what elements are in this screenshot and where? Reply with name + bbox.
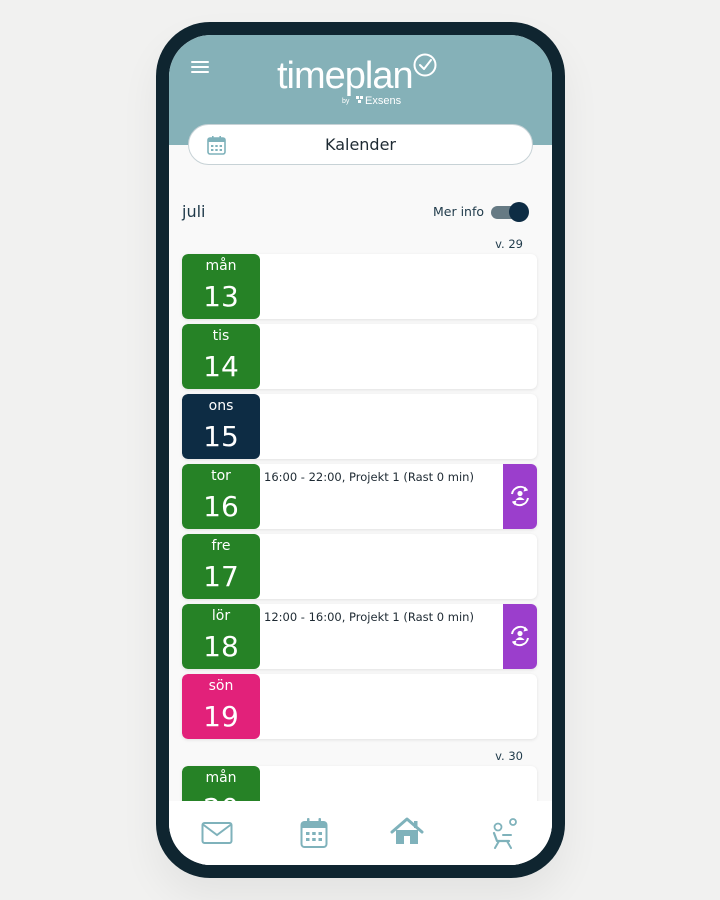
menu-button[interactable]: [190, 57, 210, 77]
day-name: ons: [208, 398, 234, 414]
day-card[interactable]: mån 13: [182, 254, 537, 319]
day-row: ons 15: [182, 394, 537, 459]
day-card[interactable]: tis 14: [182, 324, 537, 389]
week-label: v. 29: [495, 237, 523, 251]
month-label: juli: [182, 202, 206, 221]
nav-home[interactable]: [390, 815, 430, 851]
date-tile: tis 14: [182, 324, 260, 389]
date-tile: mån 13: [182, 254, 260, 319]
svg-text:Exsens: Exsens: [365, 95, 402, 107]
mer-info-label: Mer info: [433, 204, 485, 219]
nav-vacation[interactable]: [489, 815, 529, 851]
day-name: sön: [208, 678, 234, 694]
svg-text:timeplan: timeplan: [277, 55, 413, 97]
day-number: 15: [203, 420, 239, 453]
home-icon: [390, 817, 424, 844]
date-tile: fre 17: [182, 534, 260, 599]
picker-label: Kalender: [324, 135, 397, 154]
day-number: 16: [203, 490, 239, 523]
beach-chair-icon: [492, 818, 517, 849]
shift-swap-button[interactable]: [503, 464, 537, 529]
app-screen: timeplan by Exsens Kalender juli Mer inf…: [169, 35, 552, 865]
day-number: 19: [203, 700, 239, 733]
week-label: v. 30: [495, 749, 523, 763]
timeplan-logo: timeplan by Exsens: [277, 53, 437, 107]
date-tile: ons 15: [182, 394, 260, 459]
bottom-nav: [169, 801, 552, 865]
shift-text: 16:00 - 22:00, Projekt 1 (Rast 0 min): [264, 470, 474, 484]
swap-person-icon: [511, 485, 529, 507]
day-name: tor: [211, 468, 231, 484]
toggle-knob: [509, 202, 529, 222]
day-card[interactable]: fre 17: [182, 534, 537, 599]
nav-calendar[interactable]: [298, 815, 338, 851]
day-card[interactable]: sön 19: [182, 674, 537, 739]
svg-text:by: by: [342, 98, 350, 105]
shift-text: 12:00 - 16:00, Projekt 1 (Rast 0 min): [264, 610, 474, 624]
hamburger-icon: [191, 61, 209, 73]
date-tile: sön 19: [182, 674, 260, 739]
phone-frame: timeplan by Exsens Kalender juli Mer inf…: [156, 22, 565, 878]
nav-messages[interactable]: [201, 815, 241, 851]
day-name: mån: [205, 258, 237, 274]
day-name: fre: [211, 538, 231, 554]
day-card[interactable]: ons 15: [182, 394, 537, 459]
day-row: tis 14: [182, 324, 537, 389]
day-row: sön 19: [182, 674, 537, 739]
day-row: mån 13: [182, 254, 537, 319]
swap-person-icon: [511, 625, 529, 647]
day-number: 18: [203, 630, 239, 663]
day-number: 17: [203, 560, 239, 593]
day-card[interactable]: tor 16 16:00 - 22:00, Projekt 1 (Rast 0 mi…: [182, 464, 537, 529]
day-row: lör 18 12:00 - 16:00, Projekt 1 (Rast 0 mi…: [182, 604, 537, 669]
day-row: fre 17: [182, 534, 537, 599]
mer-info-toggle[interactable]: [491, 202, 529, 222]
calendar-view-picker[interactable]: Kalender: [188, 124, 533, 165]
day-card[interactable]: lör 18 12:00 - 16:00, Projekt 1 (Rast 0 mi…: [182, 604, 537, 669]
date-tile: tor 16: [182, 464, 260, 529]
day-name: lör: [211, 608, 231, 624]
envelope-icon: [201, 822, 233, 844]
calendar-icon: [300, 818, 328, 848]
day-row: tor 16 16:00 - 22:00, Projekt 1 (Rast 0 mi…: [182, 464, 537, 529]
shift-swap-button[interactable]: [503, 604, 537, 669]
day-name: tis: [212, 328, 230, 344]
day-number: 14: [203, 350, 239, 383]
day-number: 13: [203, 280, 239, 313]
day-name: mån: [205, 770, 237, 786]
date-tile: lör 18: [182, 604, 260, 669]
